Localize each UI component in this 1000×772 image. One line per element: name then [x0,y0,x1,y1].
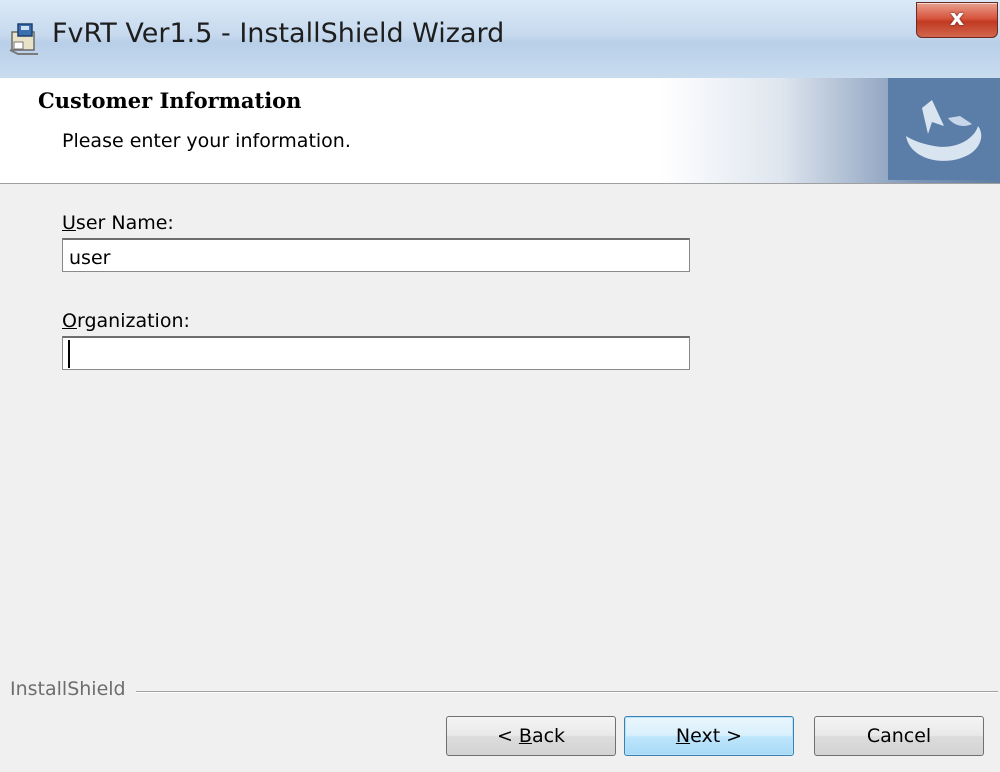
user-name-label-text: ser Name: [75,212,174,234]
window-title: FvRT Ver1.5 - InstallShield Wizard [52,18,505,49]
next-button-mnemonic: N [675,725,691,747]
installer-icon [8,22,42,56]
cancel-button-label: Cancel [866,725,932,747]
user-name-label: User Name: [62,212,174,234]
installshield-logo-icon [888,78,998,180]
title-bar[interactable]: FvRT Ver1.5 - InstallShield Wizard x [0,0,1000,79]
organization-label: Organization: [62,310,190,332]
close-icon: x [949,6,965,31]
header-banner: Customer Information Please enter your i… [0,78,1000,184]
installer-window: FvRT Ver1.5 - InstallShield Wizard x Cus… [0,0,1000,772]
next-button[interactable]: Next > [624,716,794,756]
back-button[interactable]: < Back [446,716,616,756]
footer-divider [136,691,998,692]
user-name-input[interactable] [62,238,690,272]
user-name-mnemonic: U [62,212,76,234]
page-title: Customer Information [38,88,302,113]
next-button-label: ext > [690,725,743,747]
organization-label-text: rganization: [76,310,190,332]
back-button-mnemonic: B [518,725,532,747]
back-button-prefix: < [496,725,519,747]
close-button[interactable]: x [916,2,998,38]
organization-mnemonic: O [62,310,77,332]
organization-input[interactable] [62,336,690,370]
page-subtitle: Please enter your information. [62,130,351,152]
cancel-button[interactable]: Cancel [814,716,984,756]
text-caret [68,340,70,368]
installshield-brand: InstallShield [10,678,126,700]
back-button-label: ack [531,725,566,747]
